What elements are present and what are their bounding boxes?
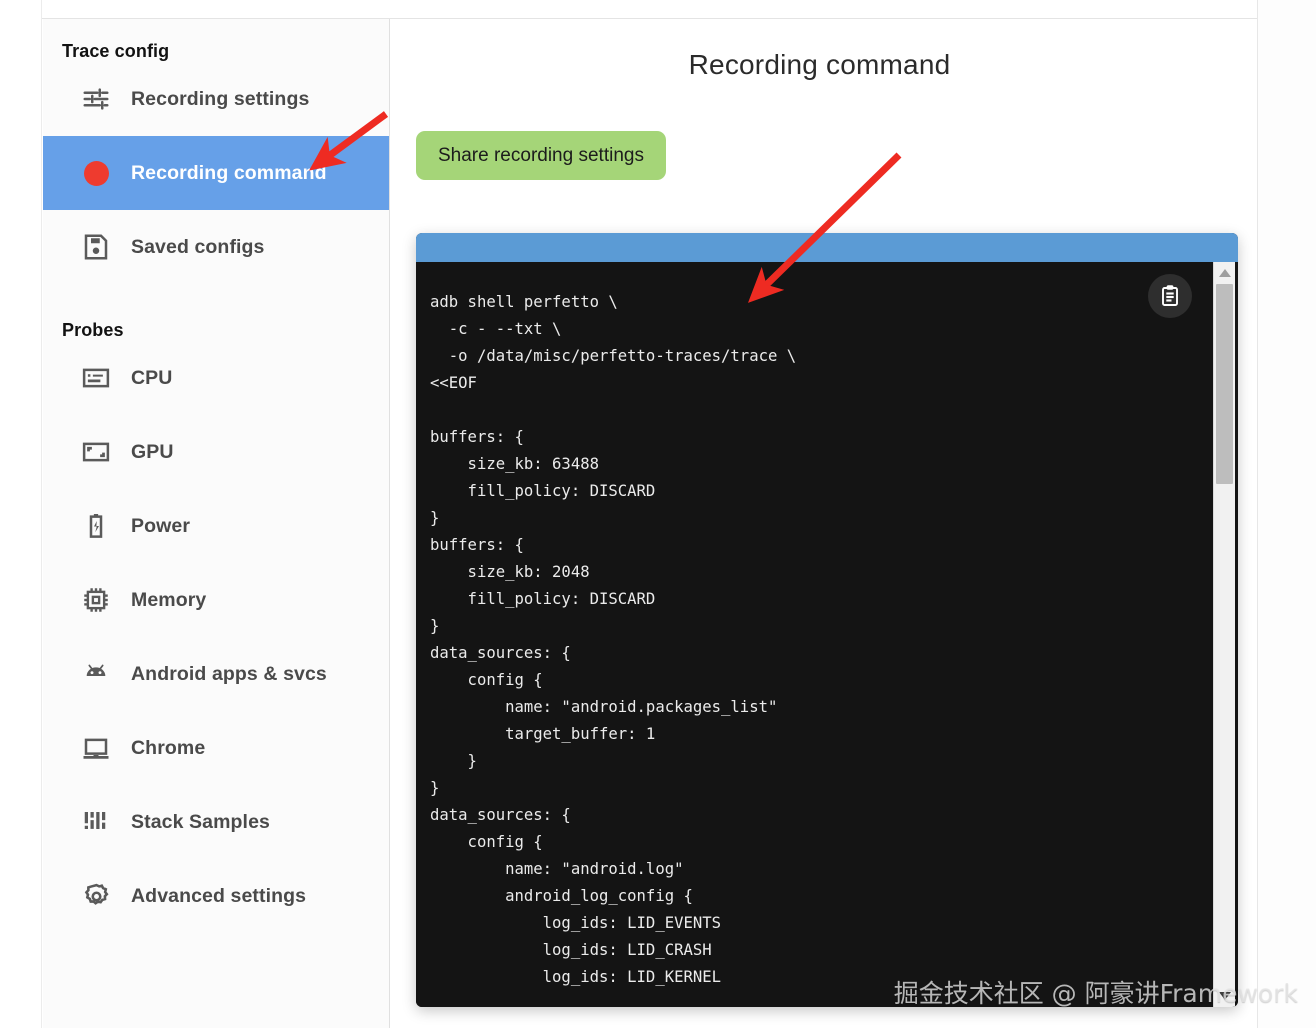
sidebar-item-power[interactable]: Power [43,489,389,563]
tune-icon [79,82,113,116]
gpu-icon [79,435,113,469]
sidebar-item-label: Android apps & svcs [131,662,327,685]
sidebar-item-recording-settings[interactable]: Recording settings [43,62,389,136]
page-title: Recording command [688,49,951,80]
code-scrollbar[interactable] [1213,262,1235,1007]
save-disk-icon [79,230,113,264]
card-header-bar [416,233,1238,262]
sidebar-item-label: Advanced settings [131,884,307,907]
sidebar-item-cpu[interactable]: CPU [43,341,389,415]
sidebar-item-label: Memory [131,588,207,611]
sidebar-item-label: Recording settings [131,87,310,110]
laptop-icon [79,731,113,765]
sidebar-item-label: Power [131,514,191,537]
sidebar-item-advanced-settings[interactable]: Advanced settings [43,859,389,933]
sidebar-item-gpu[interactable]: GPU [43,415,389,489]
sidebar-section-probes: Probes [62,320,124,340]
clipboard-copy-icon[interactable] [1148,274,1192,318]
sidebar-item-label: Stack Samples [131,810,270,833]
memory-chip-icon [79,583,113,617]
sidebar-item-stack-samples[interactable]: Stack Samples [43,785,389,859]
left-gutter [0,0,42,1028]
sidebar: Trace config Recording settings Recordin… [43,19,390,1028]
recording-command-code: adb shell perfetto \ -c - --txt \ -o /da… [430,293,797,986]
scrollbar-thumb[interactable] [1216,284,1233,484]
scroll-up-arrow-icon[interactable] [1214,264,1235,282]
app-window: Trace config Recording settings Recordin… [0,0,1316,1028]
code-viewport[interactable]: adb shell perfetto \ -c - --txt \ -o /da… [416,262,1238,1007]
stack-samples-icon [79,805,113,839]
cpu-icon [79,361,113,395]
battery-icon [79,509,113,543]
sidebar-item-saved-configs[interactable]: Saved configs [43,210,389,284]
sidebar-item-label: GPU [131,440,174,463]
gear-icon [79,879,113,913]
sidebar-item-memory[interactable]: Memory [43,563,389,637]
sidebar-item-label: CPU [131,366,173,389]
sidebar-section-trace-config: Trace config [62,41,170,61]
sidebar-item-android-apps-svcs[interactable]: Android apps & svcs [43,637,389,711]
main-content: Recording command Share recording settin… [390,19,1257,1028]
android-icon [79,657,113,691]
sidebar-item-label: Chrome [131,736,206,759]
right-gutter [1257,0,1316,1028]
sidebar-item-label: Recording command [131,161,327,184]
share-recording-settings-button[interactable]: Share recording settings [416,131,666,180]
sidebar-item-label: Saved configs [131,235,265,258]
watermark: 掘金技术社区 @ 阿豪讲Framework [893,979,1298,1008]
sidebar-item-chrome[interactable]: Chrome [43,711,389,785]
recording-command-card: adb shell perfetto \ -c - --txt \ -o /da… [416,233,1238,1007]
record-dot-icon [79,156,113,190]
sidebar-item-recording-command[interactable]: Recording command [43,136,389,210]
